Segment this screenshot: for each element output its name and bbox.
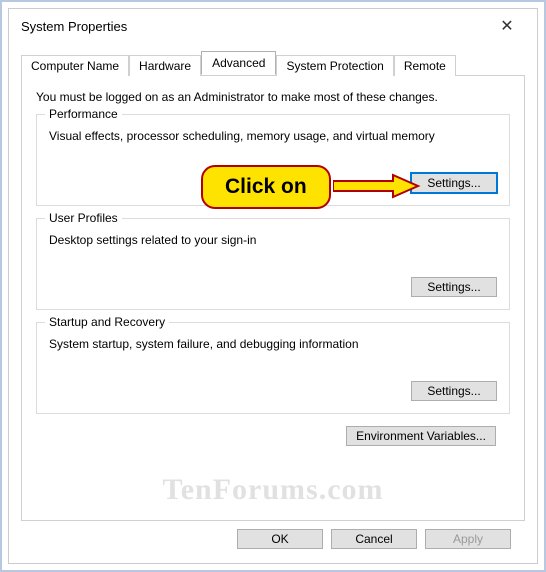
startup-recovery-desc: System startup, system failure, and debu…	[49, 337, 497, 351]
admin-note: You must be logged on as an Administrato…	[36, 90, 510, 104]
user-profiles-desc: Desktop settings related to your sign-in	[49, 233, 497, 247]
tab-hardware[interactable]: Hardware	[129, 55, 201, 76]
tab-advanced[interactable]: Advanced	[201, 51, 276, 75]
titlebar: System Properties ✕	[9, 9, 537, 43]
performance-desc: Visual effects, processor scheduling, me…	[49, 129, 497, 143]
performance-settings-button[interactable]: Settings...	[411, 173, 497, 193]
group-title-startup-recovery: Startup and Recovery	[45, 315, 169, 329]
callout-text: Click on	[201, 165, 331, 209]
group-title-performance: Performance	[45, 107, 122, 121]
system-properties-dialog: System Properties ✕ Computer Name Hardwa…	[8, 8, 538, 564]
dialog-buttons: OK Cancel Apply	[21, 521, 525, 549]
window-title: System Properties	[21, 19, 127, 34]
tab-system-protection[interactable]: System Protection	[276, 55, 393, 76]
startup-recovery-settings-button[interactable]: Settings...	[411, 381, 497, 401]
tab-computer-name[interactable]: Computer Name	[21, 55, 129, 76]
group-startup-recovery: Startup and Recovery System startup, sys…	[36, 322, 510, 414]
group-title-user-profiles: User Profiles	[45, 211, 122, 225]
ok-button[interactable]: OK	[237, 529, 323, 549]
tabpanel-advanced: You must be logged on as an Administrato…	[21, 75, 525, 521]
group-user-profiles: User Profiles Desktop settings related t…	[36, 218, 510, 310]
tab-remote[interactable]: Remote	[394, 55, 456, 76]
tabstrip: Computer Name Hardware Advanced System P…	[21, 51, 525, 75]
cancel-button[interactable]: Cancel	[331, 529, 417, 549]
environment-variables-button[interactable]: Environment Variables...	[346, 426, 496, 446]
user-profiles-settings-button[interactable]: Settings...	[411, 277, 497, 297]
close-icon[interactable]: ✕	[487, 16, 527, 36]
callout-annotation: Click on	[201, 165, 331, 209]
callout-arrow-icon	[333, 171, 423, 201]
apply-button[interactable]: Apply	[425, 529, 511, 549]
